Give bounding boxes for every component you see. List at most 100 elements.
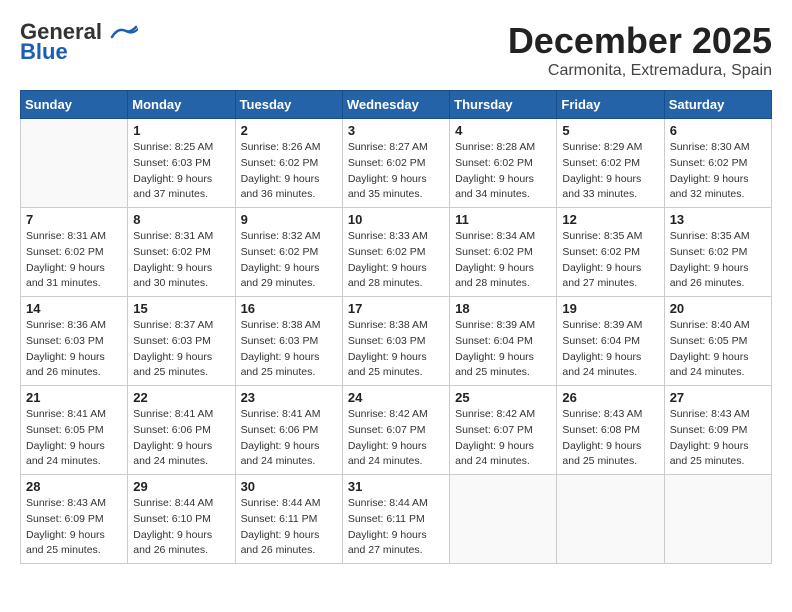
day-cell-3-6: 27 Sunrise: 8:43 AM Sunset: 6:09 PM Dayli… bbox=[664, 386, 771, 475]
day-number: 20 bbox=[670, 301, 766, 316]
day-info: Sunrise: 8:44 AM Sunset: 6:11 PM Dayligh… bbox=[241, 496, 337, 559]
week-row-4: 21 Sunrise: 8:41 AM Sunset: 6:05 PM Dayli… bbox=[21, 386, 772, 475]
day-info: Sunrise: 8:31 AM Sunset: 6:02 PM Dayligh… bbox=[26, 229, 122, 292]
calendar-header-row: Sunday Monday Tuesday Wednesday Thursday… bbox=[21, 91, 772, 119]
day-cell-4-0: 28 Sunrise: 8:43 AM Sunset: 6:09 PM Dayli… bbox=[21, 475, 128, 564]
day-cell-0-6: 6 Sunrise: 8:30 AM Sunset: 6:02 PM Daylig… bbox=[664, 119, 771, 208]
day-info: Sunrise: 8:30 AM Sunset: 6:02 PM Dayligh… bbox=[670, 140, 766, 203]
day-cell-3-2: 23 Sunrise: 8:41 AM Sunset: 6:06 PM Dayli… bbox=[235, 386, 342, 475]
col-wednesday: Wednesday bbox=[342, 91, 449, 119]
day-info: Sunrise: 8:39 AM Sunset: 6:04 PM Dayligh… bbox=[455, 318, 551, 381]
day-number: 18 bbox=[455, 301, 551, 316]
day-number: 3 bbox=[348, 123, 444, 138]
day-number: 5 bbox=[562, 123, 658, 138]
day-info: Sunrise: 8:43 AM Sunset: 6:09 PM Dayligh… bbox=[26, 496, 122, 559]
col-friday: Friday bbox=[557, 91, 664, 119]
day-number: 24 bbox=[348, 390, 444, 405]
day-number: 26 bbox=[562, 390, 658, 405]
day-info: Sunrise: 8:44 AM Sunset: 6:10 PM Dayligh… bbox=[133, 496, 229, 559]
day-info: Sunrise: 8:34 AM Sunset: 6:02 PM Dayligh… bbox=[455, 229, 551, 292]
day-info: Sunrise: 8:43 AM Sunset: 6:08 PM Dayligh… bbox=[562, 407, 658, 470]
day-cell-0-1: 1 Sunrise: 8:25 AM Sunset: 6:03 PM Daylig… bbox=[128, 119, 235, 208]
week-row-3: 14Sunrise: 8:36 AM Sunset: 6:03 PM Dayli… bbox=[21, 297, 772, 386]
day-cell-1-3: 10 Sunrise: 8:33 AM Sunset: 6:02 PM Dayli… bbox=[342, 208, 449, 297]
day-number: 21 bbox=[26, 390, 122, 405]
day-info: Sunrise: 8:27 AM Sunset: 6:02 PM Dayligh… bbox=[348, 140, 444, 203]
day-info: Sunrise: 8:29 AM Sunset: 6:02 PM Dayligh… bbox=[562, 140, 658, 203]
day-info: Sunrise: 8:41 AM Sunset: 6:06 PM Dayligh… bbox=[241, 407, 337, 470]
day-cell-3-3: 24 Sunrise: 8:42 AM Sunset: 6:07 PM Dayli… bbox=[342, 386, 449, 475]
day-number: 1 bbox=[133, 123, 229, 138]
day-number: 29 bbox=[133, 479, 229, 494]
day-cell-2-1: 15 Sunrise: 8:37 AM Sunset: 6:03 PM Dayli… bbox=[128, 297, 235, 386]
col-saturday: Saturday bbox=[664, 91, 771, 119]
col-monday: Monday bbox=[128, 91, 235, 119]
day-cell-0-5: 5 Sunrise: 8:29 AM Sunset: 6:02 PM Daylig… bbox=[557, 119, 664, 208]
day-number: 6 bbox=[670, 123, 766, 138]
day-cell-2-4: 18 Sunrise: 8:39 AM Sunset: 6:04 PM Dayli… bbox=[450, 297, 557, 386]
day-cell-1-4: 11 Sunrise: 8:34 AM Sunset: 6:02 PM Dayli… bbox=[450, 208, 557, 297]
day-cell-3-5: 26 Sunrise: 8:43 AM Sunset: 6:08 PM Dayli… bbox=[557, 386, 664, 475]
page-header: General Blue December 2025 Carmonita, Ex… bbox=[20, 20, 772, 80]
day-number: 10 bbox=[348, 212, 444, 227]
day-info: Sunrise: 8:25 AM Sunset: 6:03 PM Dayligh… bbox=[133, 140, 229, 203]
day-cell-1-5: 12 Sunrise: 8:35 AM Sunset: 6:02 PM Dayli… bbox=[557, 208, 664, 297]
logo-bird-icon bbox=[110, 25, 138, 41]
day-cell-2-5: 19 Sunrise: 8:39 AM Sunset: 6:04 PM Dayli… bbox=[557, 297, 664, 386]
day-cell-3-1: 22 Sunrise: 8:41 AM Sunset: 6:06 PM Dayli… bbox=[128, 386, 235, 475]
day-info: Sunrise: 8:38 AM Sunset: 6:03 PM Dayligh… bbox=[241, 318, 337, 381]
day-info: Sunrise: 8:36 AM Sunset: 6:03 PM Dayligh… bbox=[26, 318, 122, 381]
day-info: Sunrise: 8:33 AM Sunset: 6:02 PM Dayligh… bbox=[348, 229, 444, 292]
day-info: Sunrise: 8:42 AM Sunset: 6:07 PM Dayligh… bbox=[348, 407, 444, 470]
day-cell-0-2: 2 Sunrise: 8:26 AM Sunset: 6:02 PM Daylig… bbox=[235, 119, 342, 208]
day-number: 19 bbox=[562, 301, 658, 316]
day-number: 8 bbox=[133, 212, 229, 227]
day-number: 12 bbox=[562, 212, 658, 227]
day-cell-4-6 bbox=[664, 475, 771, 564]
col-thursday: Thursday bbox=[450, 91, 557, 119]
day-info: Sunrise: 8:41 AM Sunset: 6:06 PM Dayligh… bbox=[133, 407, 229, 470]
day-number: 9 bbox=[241, 212, 337, 227]
day-cell-4-4 bbox=[450, 475, 557, 564]
day-info: Sunrise: 8:37 AM Sunset: 6:03 PM Dayligh… bbox=[133, 318, 229, 381]
day-cell-0-0 bbox=[21, 119, 128, 208]
day-cell-2-2: 16 Sunrise: 8:38 AM Sunset: 6:03 PM Dayli… bbox=[235, 297, 342, 386]
day-info: Sunrise: 8:44 AM Sunset: 6:11 PM Dayligh… bbox=[348, 496, 444, 559]
day-number: 15 bbox=[133, 301, 229, 316]
logo-blue: Blue bbox=[20, 40, 68, 64]
day-info: Sunrise: 8:41 AM Sunset: 6:05 PM Dayligh… bbox=[26, 407, 122, 470]
day-info: Sunrise: 8:35 AM Sunset: 6:02 PM Dayligh… bbox=[562, 229, 658, 292]
day-cell-4-3: 31 Sunrise: 8:44 AM Sunset: 6:11 PM Dayli… bbox=[342, 475, 449, 564]
day-number: 23 bbox=[241, 390, 337, 405]
calendar-table: Sunday Monday Tuesday Wednesday Thursday… bbox=[20, 90, 772, 564]
day-number: 22 bbox=[133, 390, 229, 405]
day-info: Sunrise: 8:42 AM Sunset: 6:07 PM Dayligh… bbox=[455, 407, 551, 470]
day-number: 30 bbox=[241, 479, 337, 494]
location-title: Carmonita, Extremadura, Spain bbox=[508, 62, 772, 80]
day-number: 17 bbox=[348, 301, 444, 316]
day-number: 28 bbox=[26, 479, 122, 494]
day-info: Sunrise: 8:39 AM Sunset: 6:04 PM Dayligh… bbox=[562, 318, 658, 381]
day-number: 27 bbox=[670, 390, 766, 405]
logo: General Blue bbox=[20, 20, 138, 64]
week-row-2: 7 Sunrise: 8:31 AM Sunset: 6:02 PM Daylig… bbox=[21, 208, 772, 297]
day-info: Sunrise: 8:43 AM Sunset: 6:09 PM Dayligh… bbox=[670, 407, 766, 470]
day-info: Sunrise: 8:26 AM Sunset: 6:02 PM Dayligh… bbox=[241, 140, 337, 203]
day-info: Sunrise: 8:38 AM Sunset: 6:03 PM Dayligh… bbox=[348, 318, 444, 381]
day-cell-4-2: 30 Sunrise: 8:44 AM Sunset: 6:11 PM Dayli… bbox=[235, 475, 342, 564]
day-cell-0-4: 4Sunrise: 8:28 AM Sunset: 6:02 PM Daylig… bbox=[450, 119, 557, 208]
day-number: 13 bbox=[670, 212, 766, 227]
day-cell-2-6: 20Sunrise: 8:40 AM Sunset: 6:05 PM Dayli… bbox=[664, 297, 771, 386]
week-row-5: 28 Sunrise: 8:43 AM Sunset: 6:09 PM Dayli… bbox=[21, 475, 772, 564]
day-number: 31 bbox=[348, 479, 444, 494]
day-number: 2 bbox=[241, 123, 337, 138]
week-row-1: 1 Sunrise: 8:25 AM Sunset: 6:03 PM Daylig… bbox=[21, 119, 772, 208]
day-info: Sunrise: 8:31 AM Sunset: 6:02 PM Dayligh… bbox=[133, 229, 229, 292]
day-cell-1-6: 13Sunrise: 8:35 AM Sunset: 6:02 PM Dayli… bbox=[664, 208, 771, 297]
day-number: 7 bbox=[26, 212, 122, 227]
day-cell-1-2: 9Sunrise: 8:32 AM Sunset: 6:02 PM Daylig… bbox=[235, 208, 342, 297]
day-number: 11 bbox=[455, 212, 551, 227]
day-info: Sunrise: 8:28 AM Sunset: 6:02 PM Dayligh… bbox=[455, 140, 551, 203]
day-cell-4-1: 29 Sunrise: 8:44 AM Sunset: 6:10 PM Dayli… bbox=[128, 475, 235, 564]
day-number: 16 bbox=[241, 301, 337, 316]
